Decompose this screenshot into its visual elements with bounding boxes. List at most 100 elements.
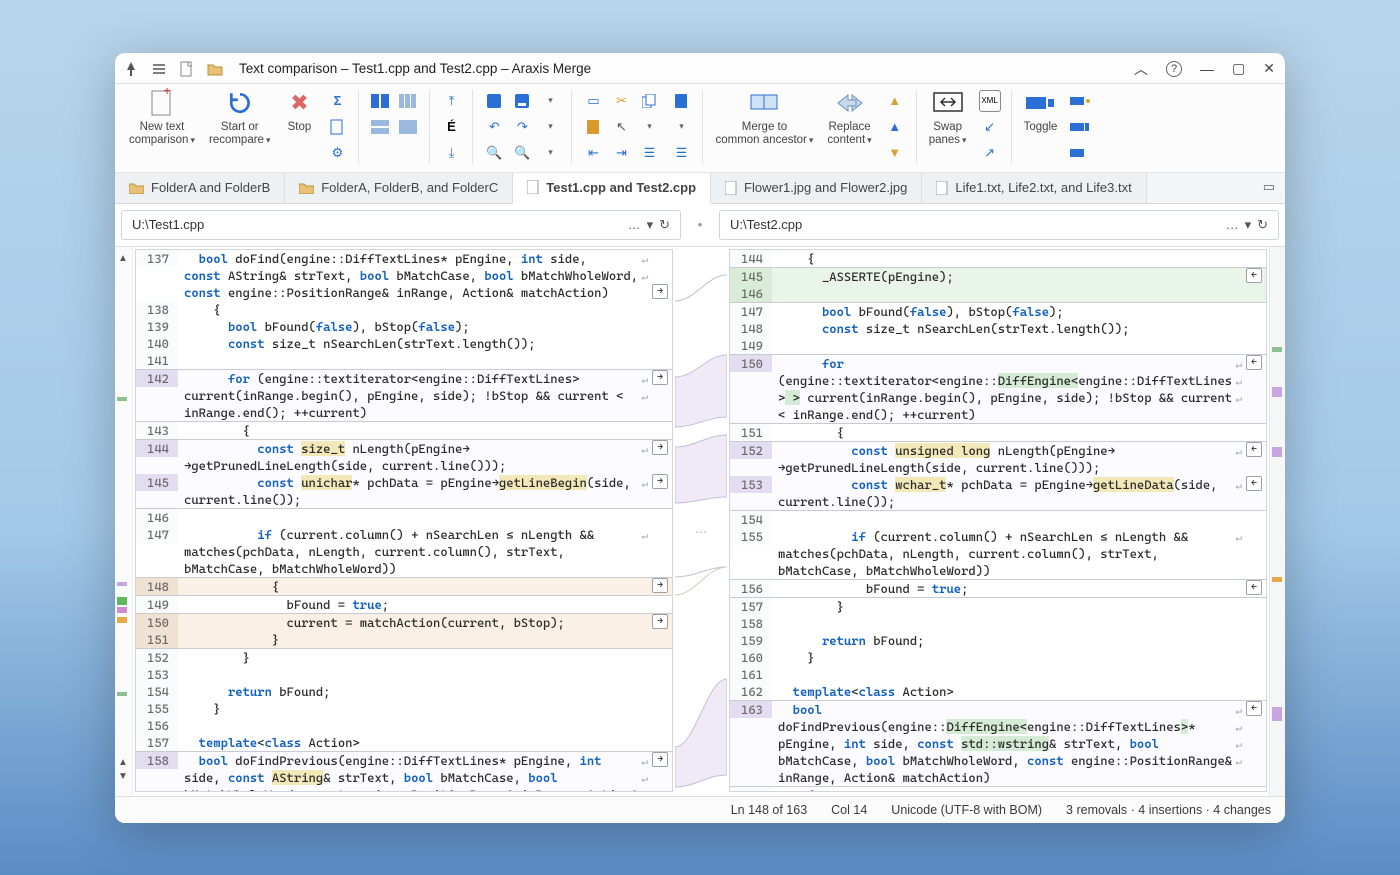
code-line[interactable]: 158 bool doFindPrevious(engine::DiffText… [136,751,672,769]
code-line[interactable]: 157 template<class Action> [136,734,672,751]
code-line[interactable]: current(inRange.begin(), pEngine, side);… [136,387,672,404]
close-button[interactable]: ✕ [1263,60,1275,77]
code-line[interactable]: 148 const size_t nSearchLen(strText.leng… [730,320,1266,337]
code-line[interactable]: current.line()); [730,493,1266,510]
merge-right-button[interactable]: → [652,440,668,455]
code-line[interactable]: 141 [136,352,672,369]
stop-button[interactable]: ✖ Stop [284,88,314,134]
merge-right-button[interactable]: → [652,578,668,593]
code-line[interactable]: 151 } [136,631,672,648]
tab[interactable]: Test1.cpp and Test2.cpp [513,173,711,204]
indent-right-icon[interactable]: ⇥ [610,142,632,164]
merge-left-button[interactable]: ← [1246,442,1262,457]
code-line[interactable]: 145 const unichar* pchData = pEngine→get… [136,474,672,491]
cursor-icon[interactable]: ↖ [610,116,632,138]
merge-right-button[interactable]: → [652,370,668,385]
code-line[interactable]: bMatchCase, bMatchWholeWord)) [730,562,1266,579]
path-more-icon[interactable]: … [1226,217,1239,233]
code-line[interactable]: 154 return bFound; [136,683,672,700]
merge-left-button[interactable]: ← [1246,580,1262,595]
code-line[interactable]: 153 [136,666,672,683]
new-file-icon[interactable] [179,61,195,77]
code-line[interactable]: 153 const wchar_t* pchData = pEngine→get… [730,476,1266,493]
code-line[interactable]: 154 [730,510,1266,528]
copy-icon[interactable] [638,90,660,112]
right-path-input[interactable]: U:\Test2.cpp …▾↻ [719,210,1279,240]
open-folder-icon[interactable] [207,61,223,77]
merge-left-button[interactable]: ← [1246,355,1262,370]
nav-up-icon[interactable]: ▲ [884,116,906,138]
maximize-button[interactable]: ▢ [1232,60,1245,77]
code-line[interactable]: 156 [136,717,672,734]
code-line[interactable]: 150 current = matchAction(current, bStop… [136,613,672,631]
left-path-input[interactable]: U:\Test1.cpp …▾↻ [121,210,681,240]
merge-right-button[interactable]: → [652,752,668,767]
arrow-sw-icon[interactable]: ↙ [979,116,1001,138]
search-down-icon[interactable]: 🔍 [483,142,505,164]
code-line[interactable]: (engine::textiterator<engine::DiffEngine… [730,372,1266,389]
dropdown-icon-3[interactable]: ▾ [539,142,561,164]
new-text-comparison-button[interactable]: + New text comparison [129,88,195,147]
code-line[interactable]: 157 } [730,597,1266,615]
code-line[interactable]: current.line()); [136,491,672,508]
panes-2-icon[interactable] [369,90,391,112]
chevron-down-icon[interactable]: ▾ [1245,217,1252,233]
menu-icon[interactable] [151,61,167,77]
dropdown-icon-2[interactable]: ▾ [539,116,561,138]
code-line[interactable]: bMatchCase, bool bMatchWholeWord, const … [730,752,1266,769]
code-line[interactable]: 144 { [730,250,1266,267]
right-overview-strip[interactable] [1269,247,1285,796]
path-link-icon[interactable]: • [687,204,713,246]
merge-right-button[interactable]: → [652,474,668,489]
code-line[interactable]: 152 } [136,648,672,666]
dropdown-icon-5[interactable]: ▾ [670,116,692,138]
right-code[interactable]: 144 {145 _ASSERTE(pEngine);←146147 bool … [729,249,1267,792]
code-line[interactable]: 155 if (current.column() + nSearchLen ≤ … [730,528,1266,545]
code-line[interactable]: 148 {→ [136,577,672,595]
code-line[interactable]: side, const AString& strText, bool bMatc… [136,769,672,786]
document-icon[interactable] [326,116,348,138]
panes-h-icon[interactable] [369,116,391,138]
code-line[interactable]: 163 bool↵← [730,700,1266,718]
code-line[interactable]: const engine::PositionRange& inRange, Ac… [136,284,672,301]
indent-left-icon[interactable]: ⇤ [582,142,604,164]
merge-left-button[interactable]: ← [1246,476,1262,491]
path-more-icon[interactable]: … [628,217,641,233]
code-line[interactable]: 158 [730,615,1266,632]
code-line[interactable]: > > current(inRange.begin(), pEngine, si… [730,389,1266,406]
code-line[interactable]: 152 const unsigned long nLength(pEngine→… [730,441,1266,459]
cut-icon[interactable]: ✂ [610,90,632,112]
code-line[interactable]: 138 { [136,301,672,318]
code-line[interactable]: const AString& strText, bool bMatchCase,… [136,267,672,284]
code-line[interactable]: 150 for↵← [730,354,1266,372]
code-line[interactable]: →getPrunedLineLength(side, current.line(… [730,459,1266,476]
code-line[interactable]: inRange, Action& matchAction) [730,769,1266,786]
panes-3-icon[interactable] [397,90,419,112]
undo-icon[interactable]: ↶ [483,116,505,138]
chevron-down-icon[interactable]: ▾ [647,217,654,233]
tab[interactable]: Flower1.jpg and Flower2.jpg [711,173,922,203]
save-icon[interactable] [511,90,533,112]
code-line[interactable]: 155 } [136,700,672,717]
tab[interactable]: Life1.txt, Life2.txt, and Life3.txt [922,173,1146,203]
paste-icon[interactable] [582,116,604,138]
code-line[interactable]: pEngine, int side, const std::wstring& s… [730,735,1266,752]
left-code[interactable]: 137 bool doFind(engine::DiffTextLines* p… [135,249,673,792]
code-line[interactable]: 156 bFound = true;← [730,579,1266,597]
warn-up-icon[interactable]: ▲ [884,90,906,112]
minimize-button[interactable]: — [1200,61,1214,77]
code-line[interactable]: matches(pchData, nLength, current.column… [136,543,672,560]
panes-single-icon[interactable] [397,116,419,138]
code-line[interactable]: matches(pchData, nLength, current.column… [730,545,1266,562]
code-line[interactable]: 160 } [730,649,1266,666]
merge-left-button[interactable]: ← [1246,701,1262,716]
code-line[interactable]: 164 { [730,786,1266,792]
code-line[interactable]: 143 { [136,421,672,439]
code-line[interactable]: bMatchWholeWord, const engine::PositionR… [136,786,672,792]
code-line[interactable]: 146 [136,508,672,526]
tab[interactable]: FolderA, FolderB, and FolderC [285,173,513,203]
start-recompare-button[interactable]: Start or recompare [209,88,271,147]
code-line[interactable]: →getPrunedLineLength(side, current.line(… [136,457,672,474]
tab-overflow-icon[interactable]: ▭ [1253,173,1285,203]
history-icon[interactable]: ↻ [1257,217,1268,233]
